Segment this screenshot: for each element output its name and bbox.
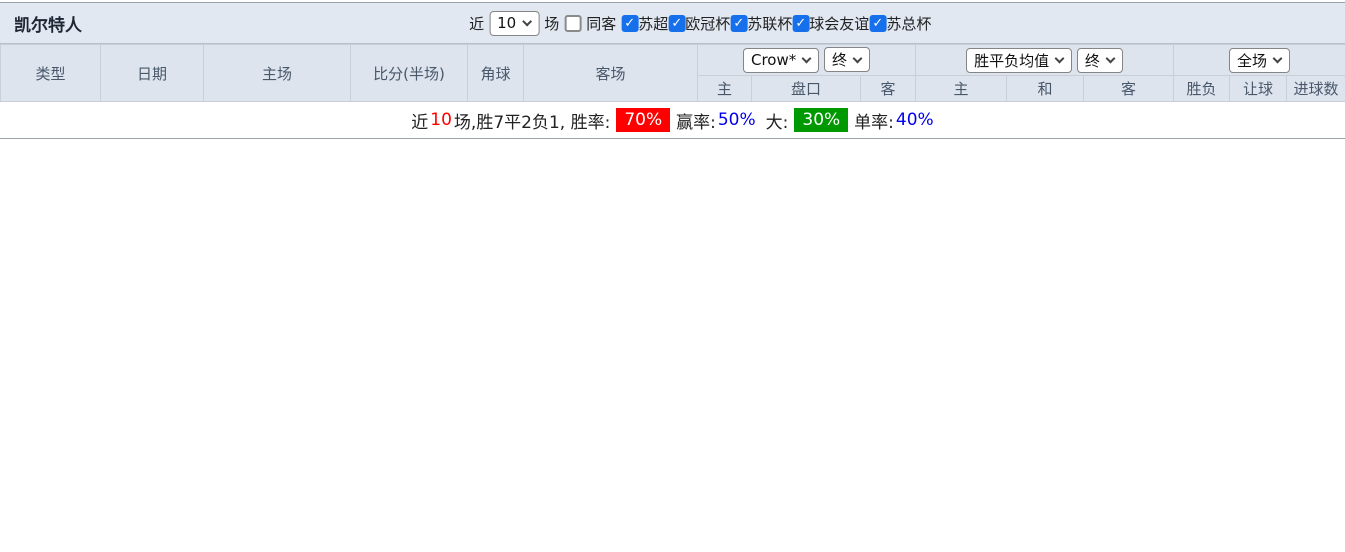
subcol-odds-away: 客: [861, 76, 916, 102]
col-header-score: 比分(半场): [351, 45, 468, 102]
subcol-goals: 进球数: [1287, 76, 1345, 102]
league-checkbox-label: 苏总杯: [886, 13, 931, 34]
league-filter-group: ✓苏超✓欧冠杯✓苏联杯✓球会友谊✓苏总杯: [621, 13, 931, 34]
mean-select-cell: 胜平负均值 终: [916, 45, 1174, 76]
recent-count-select[interactable]: 10: [489, 11, 539, 36]
let-rate-label: 赢率:: [676, 108, 716, 133]
title-bar: 凯尔特人 近 10 场 同客 ✓苏超✓欧冠杯✓苏联杯✓球会友谊✓苏总杯: [0, 3, 1345, 44]
recent-label: 近: [469, 13, 484, 34]
big-rate-label: 大:: [766, 108, 789, 133]
col-header-corner: 角球: [468, 45, 524, 102]
col-header-type: 类型: [1, 45, 101, 102]
chevron-down-icon: [853, 53, 863, 63]
scope-select-cell: 全场: [1174, 45, 1345, 76]
bookmaker-select[interactable]: Crow*: [743, 48, 819, 73]
scope-select[interactable]: 全场: [1229, 48, 1290, 73]
chevron-down-icon: [1105, 54, 1115, 64]
league-checkbox[interactable]: ✓: [621, 15, 638, 32]
col-header-date: 日期: [101, 45, 204, 102]
chevron-down-icon: [1273, 54, 1283, 64]
col-header-home: 主场: [204, 45, 351, 102]
league-checkbox[interactable]: ✓: [792, 15, 809, 32]
win-rate-badge: 70%: [616, 108, 670, 132]
subcol-handicap: 盘口: [752, 76, 861, 102]
league-checkbox[interactable]: ✓: [668, 15, 685, 32]
league-checkbox-label: 苏超: [638, 13, 668, 34]
odds-state-select[interactable]: 终: [824, 47, 870, 72]
league-checkbox-label: 苏联杯: [747, 13, 792, 34]
match-history-panel: 凯尔特人 近 10 场 同客 ✓苏超✓欧冠杯✓苏联杯✓球会友谊✓苏总杯 类型 日…: [0, 0, 1345, 552]
filter-controls: 近 10 场 同客 ✓苏超✓欧冠杯✓苏联杯✓球会友谊✓苏总杯: [469, 11, 931, 36]
league-checkbox-label: 欧冠杯: [685, 13, 730, 34]
let-rate-value: 50%: [718, 110, 756, 130]
same-venue-label: 同客: [586, 13, 616, 34]
summary-record: 场,胜7平2负1, 胜率:: [454, 108, 610, 133]
subcol-mean-draw: 和: [1007, 76, 1084, 102]
big-rate-badge: 30%: [794, 108, 848, 132]
league-checkbox-label: 球会友谊: [809, 13, 869, 34]
matches-label: 场: [544, 13, 559, 34]
subcol-mean-home: 主: [916, 76, 1007, 102]
chevron-down-icon: [802, 54, 812, 64]
same-venue-checkbox[interactable]: [564, 15, 581, 32]
single-rate-value: 40%: [896, 110, 934, 130]
mean-type-select[interactable]: 胜平负均值: [966, 48, 1072, 73]
mean-state-select[interactable]: 终: [1077, 48, 1123, 73]
match-table: 类型 日期 主场 比分(半场) 角球 客场 Crow* 终 胜平负均值 终 全场: [0, 44, 1345, 102]
recent-count-value: 10: [497, 14, 516, 32]
subcol-wdl: 胜负: [1174, 76, 1230, 102]
subcol-odds-home: 主: [698, 76, 752, 102]
chevron-down-icon: [522, 17, 532, 27]
subcol-mean-away: 客: [1084, 76, 1174, 102]
league-checkbox[interactable]: ✓: [869, 15, 886, 32]
summary-prefix: 近: [411, 108, 428, 133]
subcol-let: 让球: [1230, 76, 1287, 102]
summary-count: 10: [430, 110, 452, 130]
chevron-down-icon: [1055, 54, 1065, 64]
odds-select-cell: Crow* 终: [698, 45, 916, 76]
league-checkbox[interactable]: ✓: [730, 15, 747, 32]
col-header-away: 客场: [524, 45, 698, 102]
summary-bar: 近10场,胜7平2负1, 胜率: 70% 赢率:50% 大: 30% 单率:40…: [0, 102, 1345, 139]
page-title: 凯尔特人: [14, 11, 82, 36]
single-rate-label: 单率:: [854, 108, 894, 133]
